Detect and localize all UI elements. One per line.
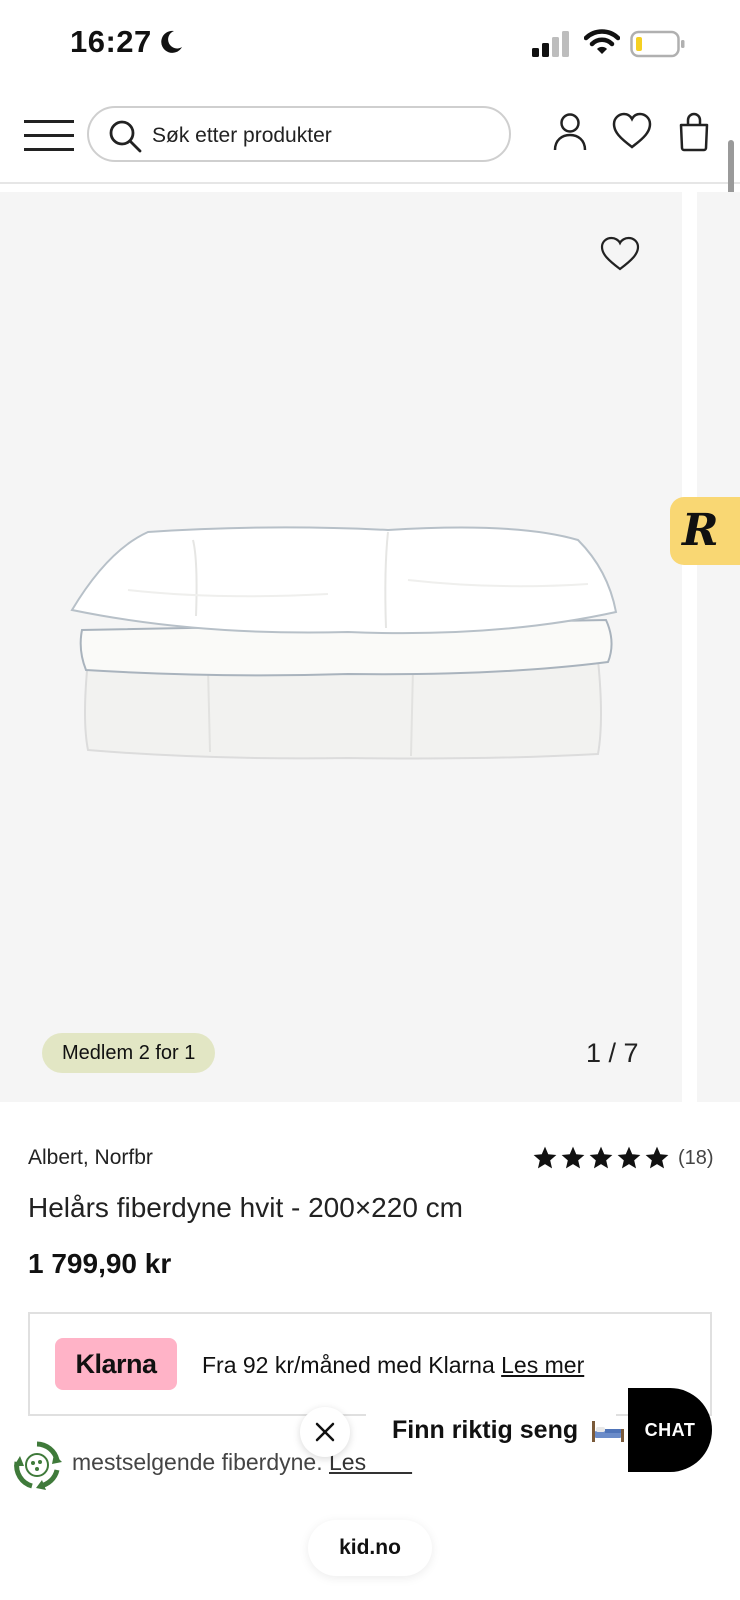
shopping-bag-icon[interactable] — [678, 112, 710, 152]
user-icon[interactable] — [552, 112, 588, 152]
find-bed-label: Finn riktig seng — [392, 1416, 579, 1444]
close-popup-button[interactable] — [300, 1407, 350, 1457]
product-brand: Albert, Norfbr — [28, 1146, 153, 1169]
cellular-signal-icon — [532, 31, 569, 57]
star-icon — [617, 1146, 641, 1169]
favorite-heart-icon[interactable] — [600, 236, 640, 272]
product-rating[interactable]: (18) — [532, 1143, 714, 1173]
eco-description: mestselgende fiberdyne. — [72, 1449, 323, 1475]
rewards-badge-letter: R — [682, 505, 719, 556]
status-bar: 16:27 — [0, 0, 740, 90]
klarna-read-more-link[interactable]: Les mer — [501, 1352, 584, 1378]
klarna-offer-text: Fra 92 kr/måned med Klarna — [202, 1352, 495, 1378]
chat-button[interactable]: CHAT — [628, 1388, 712, 1472]
next-image-peek[interactable] — [697, 192, 740, 1102]
star-icon — [561, 1146, 585, 1169]
search-input[interactable]: Søk etter produkter — [87, 106, 511, 162]
klarna-logo: Klarna — [55, 1338, 177, 1390]
find-bed-text: Finn riktig seng — [392, 1416, 625, 1445]
star-icon — [645, 1146, 669, 1169]
eco-info-text: mestselgende fiberdyne. Les mer — [72, 1449, 412, 1476]
menu-icon[interactable] — [24, 116, 74, 156]
rewards-badge-button[interactable]: R — [670, 497, 740, 565]
find-bed-popup[interactable]: Finn riktig seng — [366, 1392, 625, 1472]
bed-icon — [592, 1421, 625, 1443]
member-offer-badge: Medlem 2 for 1 — [42, 1033, 216, 1073]
star-icon — [533, 1146, 557, 1169]
search-icon — [109, 120, 142, 153]
moon-icon — [161, 30, 182, 53]
klarna-text: Fra 92 kr/måned med Klarna Les mer — [202, 1352, 584, 1379]
browser-url-bar[interactable]: kid.no — [308, 1520, 432, 1576]
wishlist-heart-icon[interactable] — [612, 112, 652, 150]
image-counter: 1 / 7 — [586, 1038, 639, 1068]
status-time: 16:27 — [70, 24, 152, 59]
product-title: Helårs fiberdyne hvit - 200×220 cm — [28, 1192, 463, 1223]
eco-recycle-icon — [14, 1441, 62, 1490]
wifi-icon — [584, 29, 620, 54]
duvet-product-image — [70, 526, 618, 760]
product-price: 1 799,90 kr — [28, 1248, 172, 1279]
site-header: Søk etter produkter — [0, 92, 740, 184]
star-icon — [589, 1146, 613, 1169]
close-icon — [315, 1422, 335, 1442]
search-placeholder: Søk etter produkter — [152, 124, 332, 147]
battery-low-icon — [630, 30, 685, 58]
review-count: (18) — [678, 1146, 714, 1169]
